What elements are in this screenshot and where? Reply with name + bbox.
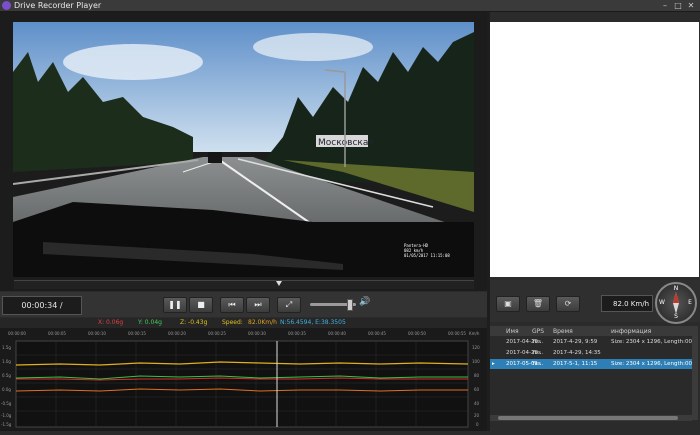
next-file-button[interactable]: ⏭ — [246, 297, 270, 313]
refresh-button[interactable]: ⟳ — [556, 296, 580, 312]
speed-tick: 100 — [472, 359, 480, 364]
readout-y: Y: 0.04g — [138, 319, 162, 326]
speed-tick: 40 — [474, 401, 480, 406]
current-row-marker-icon: ▸ — [492, 361, 495, 367]
time-tick: 00:00:35 — [288, 331, 306, 336]
file-row[interactable]: 2017-04-29... Yes 2017-4-29, 14:35 — [490, 348, 692, 358]
skip-back-icon: ⏮ — [228, 300, 236, 309]
app-icon — [2, 1, 11, 10]
snapshot-icon: ▣ — [504, 299, 512, 308]
speed-tick: 20 — [474, 413, 480, 418]
fullscreen-button[interactable]: ⤢ — [277, 297, 301, 313]
time-tick: 00:00:00 — [8, 331, 26, 336]
file-gps: Yes — [532, 339, 541, 345]
video-frame[interactable]: Московская — [13, 22, 474, 277]
speed-display: 82.0 Km/h — [601, 295, 653, 312]
sensor-readout — [0, 318, 487, 328]
file-gps: Yes — [532, 350, 541, 356]
file-time: 2017-5-1, 11:15 — [553, 361, 598, 367]
file-info: Size: 2304 x 1296, Length:00: — [611, 339, 692, 345]
time-tick: 00:00:50 — [408, 331, 426, 336]
time-tick: 00:00:05 — [48, 331, 66, 336]
g-tick: 0.0g — [2, 387, 11, 392]
file-row[interactable]: 2017-04-29... Yes 2017-4-29, 9:59 Size: … — [490, 337, 692, 347]
seek-bar[interactable] — [14, 280, 474, 289]
previous-file-button[interactable]: ⏮ — [220, 297, 244, 313]
readout-z: Z: -0.43g — [180, 319, 208, 326]
video-osd: Pantera-HD 082 km/h 01/05/2017 11:15:08 — [404, 243, 450, 258]
speed-unit-label: Km/h — [469, 331, 480, 336]
delete-button[interactable]: 🗑 — [526, 296, 550, 312]
readout-speed-value: 82.0Km/h — [248, 319, 277, 326]
minimize-button[interactable]: – — [660, 1, 670, 10]
stop-button[interactable]: ■ — [189, 297, 213, 313]
g-tick: -0.5g — [1, 401, 12, 406]
column-header-info[interactable]: информация — [611, 327, 651, 336]
file-time: 2017-4-29, 14:35 — [553, 350, 601, 356]
refresh-icon: ⟳ — [564, 299, 572, 308]
expand-icon: ⤢ — [285, 300, 293, 309]
column-header-gps[interactable]: GPS — [532, 327, 544, 336]
compass-needle-icon — [673, 292, 679, 314]
readout-speed-label: Speed: — [222, 319, 243, 326]
seek-thumb[interactable] — [276, 281, 282, 286]
time-tick: 00:00:55 — [448, 331, 466, 336]
title-bar — [0, 0, 700, 12]
file-time: 2017-4-29, 9:59 — [553, 339, 598, 345]
pause-button[interactable]: ❚❚ — [163, 297, 187, 313]
file-list-scrollbar-vertical[interactable] — [692, 336, 698, 420]
g-tick: 0.5g — [2, 373, 11, 378]
snapshot-button[interactable]: ▣ — [496, 296, 520, 312]
compass: N S E W — [655, 282, 697, 324]
file-gps: Yes — [532, 361, 541, 367]
file-row-selected[interactable]: ▸ 2017-05-01... Yes 2017-5-1, 11:15 Size… — [490, 359, 692, 369]
window-title: Drive Recorder Player — [14, 1, 102, 10]
time-tick: 00:00:40 — [328, 331, 346, 336]
stop-icon: ■ — [197, 300, 205, 309]
g-tick: 1.5g — [2, 345, 11, 350]
speaker-icon[interactable]: 🔊 — [359, 297, 370, 307]
g-tick: 1.0g — [2, 359, 11, 364]
close-button[interactable]: ✕ — [686, 1, 696, 10]
time-tick: 00:00:15 — [128, 331, 146, 336]
time-tick: 00:00:10 — [88, 331, 106, 336]
maximize-button[interactable]: □ — [673, 1, 683, 10]
g-tick: -1.5g — [1, 422, 12, 427]
time-tick: 00:00:20 — [168, 331, 186, 336]
time-tick: 00:00:25 — [208, 331, 226, 336]
time-tick: 00:00:30 — [248, 331, 266, 336]
osd-datetime: 01/05/2017 11:15:08 — [404, 253, 450, 258]
speed-tick: 0 — [476, 422, 479, 427]
sensor-graph[interactable]: 00:00:00 00:00:05 00:00:10 00:00:15 00:0… — [0, 328, 487, 431]
file-list-scroll-thumb[interactable] — [498, 416, 678, 420]
trash-icon: 🗑 — [532, 299, 544, 308]
time-tick: 00:00:45 — [368, 331, 386, 336]
file-list-header — [490, 326, 698, 336]
file-info: Size: 2304 x 1296, Length:00: — [611, 361, 692, 367]
volume-thumb[interactable] — [347, 299, 354, 311]
readout-gps: N:56.4594, E:38.3505 — [280, 319, 346, 326]
road-sign-text: Московская — [318, 138, 374, 148]
g-tick: -1.0g — [1, 413, 12, 418]
readout-x: X: 0.06g — [98, 319, 124, 326]
map-pane[interactable] — [490, 22, 699, 277]
column-header-name[interactable]: Имя — [506, 327, 519, 336]
time-display: 00:00:34 / 00:01:00 — [2, 296, 82, 327]
column-header-time[interactable]: Время — [553, 327, 573, 336]
speed-tick: 120 — [472, 345, 480, 350]
speed-tick: 80 — [474, 373, 480, 378]
pause-icon: ❚❚ — [168, 300, 182, 309]
skip-forward-icon: ⏭ — [254, 300, 262, 309]
speed-tick: 60 — [474, 387, 480, 392]
